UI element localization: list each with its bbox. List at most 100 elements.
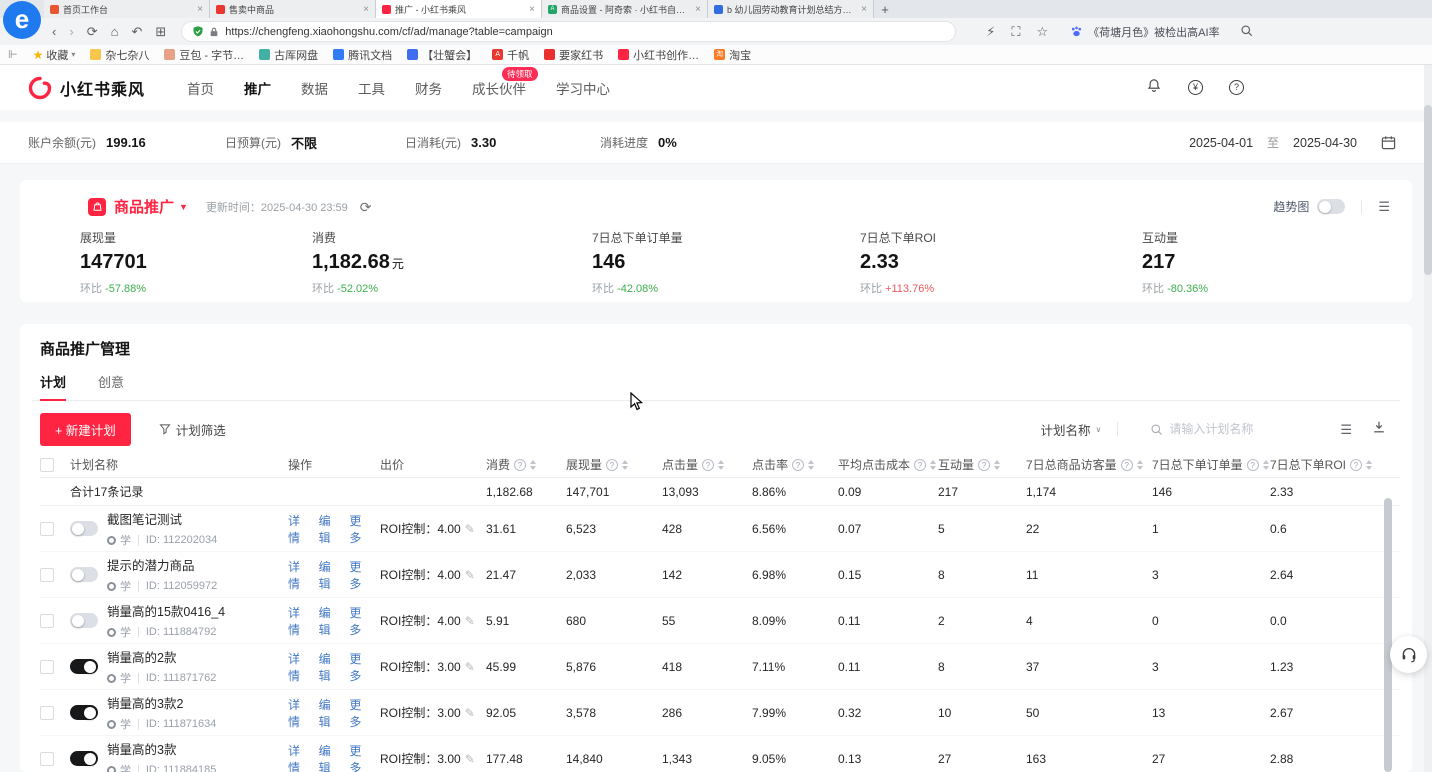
plan-toggle[interactable] [70, 659, 98, 674]
plan-toggle[interactable] [70, 521, 98, 536]
site-logo[interactable]: 小红书乘风 [28, 76, 145, 100]
undo-icon[interactable]: ↶ [131, 25, 142, 38]
detail-link[interactable]: 详情 [288, 650, 311, 684]
bookmark-item[interactable]: 豆包 - 字节… [164, 47, 244, 63]
refresh-icon[interactable]: ⟳ [87, 25, 98, 38]
select-all-checkbox[interactable] [40, 458, 54, 472]
sort-icon[interactable] [718, 460, 724, 470]
more-link[interactable]: 更多 [349, 512, 372, 546]
plan-name[interactable]: 提示的潜力商品 [107, 555, 217, 574]
promo-type-selector[interactable]: 商品推广 [114, 196, 174, 217]
page-scrollbar[interactable] [1424, 65, 1432, 772]
sort-icon[interactable] [1137, 460, 1143, 470]
tab-close-icon[interactable]: × [363, 4, 369, 15]
home-icon[interactable]: ⌂ [111, 25, 119, 38]
sort-icon[interactable] [622, 460, 628, 470]
help-icon[interactable]: ? [914, 459, 926, 471]
bookmark-item[interactable]: 要家红书 [544, 47, 603, 63]
date-range-picker[interactable]: 2025-04-01 至 2025-04-30 [1189, 134, 1396, 151]
col-7d-roi[interactable]: 7日总下单ROI? [1270, 456, 1380, 473]
more-link[interactable]: 更多 [349, 696, 372, 730]
plan-name[interactable]: 销量高的3款 [107, 739, 216, 758]
nav-learning-center[interactable]: 学习中心 [556, 78, 610, 98]
help-icon[interactable]: ? [792, 459, 804, 471]
calendar-icon[interactable] [1381, 135, 1396, 150]
plan-toggle[interactable] [70, 567, 98, 582]
forward-icon[interactable]: › [69, 25, 73, 38]
bookmarks-collapse-icon[interactable]: ⊩ [8, 48, 18, 61]
bookmark-item[interactable]: 【壮蟹会】 [407, 47, 477, 63]
plan-name[interactable]: 销量高的15款0416_4 [107, 601, 225, 620]
plan-name[interactable]: 销量高的3款2 [107, 693, 216, 712]
browser-tab[interactable]: A 商品设置 - 阿奇索 · 小红书自动… × [542, 0, 708, 18]
edit-link[interactable]: 编辑 [319, 512, 342, 546]
plan-filter-button[interactable]: 计划筛选 [159, 420, 226, 439]
bookmark-item[interactable]: 淘淘宝 [714, 47, 751, 63]
url-field[interactable]: https://chengfeng.xiaohongshu.com/cf/ad/… [181, 21, 956, 42]
sort-icon[interactable] [1263, 460, 1269, 470]
col-clicks[interactable]: 点击量? [662, 456, 752, 473]
download-icon[interactable] [1372, 420, 1386, 438]
col-engagement[interactable]: 互动量? [938, 456, 1026, 473]
row-checkbox[interactable] [40, 568, 54, 582]
lightning-icon[interactable]: ⚡ [986, 25, 995, 38]
help-icon[interactable]: ? [1121, 459, 1133, 471]
tab-creatives[interactable]: 创意 [98, 371, 124, 400]
plan-toggle[interactable] [70, 705, 98, 720]
nav-data[interactable]: 数据 [301, 78, 328, 98]
column-settings-icon[interactable]: ☰ [1340, 423, 1352, 436]
nav-finance[interactable]: 财务 [415, 78, 442, 98]
detail-link[interactable]: 详情 [288, 742, 311, 772]
edit-bid-icon[interactable]: ✎ [465, 660, 475, 674]
col-ctr[interactable]: 点击率? [752, 456, 838, 473]
page-scrollbar-thumb[interactable] [1424, 105, 1432, 275]
row-checkbox[interactable] [40, 614, 54, 628]
row-checkbox[interactable] [40, 752, 54, 766]
row-checkbox[interactable] [40, 706, 54, 720]
plan-name[interactable]: 截图笔记测试 [107, 509, 217, 528]
star-icon[interactable]: ☆ [1037, 25, 1049, 38]
tab-close-icon[interactable]: × [529, 4, 535, 15]
plan-toggle[interactable] [70, 613, 98, 628]
edit-bid-icon[interactable]: ✎ [465, 568, 475, 582]
help-icon[interactable]: ? [978, 459, 990, 471]
row-checkbox[interactable] [40, 522, 54, 536]
sort-icon[interactable] [930, 460, 936, 470]
edit-link[interactable]: 编辑 [319, 742, 342, 772]
browser-tab-active[interactable]: 推广 - 小红书乘风 × [376, 0, 542, 18]
notification-bell-icon[interactable] [1146, 77, 1162, 99]
help-center-icon[interactable]: ? [1229, 80, 1244, 95]
help-icon[interactable]: ? [606, 459, 618, 471]
search-icon[interactable] [1240, 24, 1253, 39]
new-plan-button[interactable]: + 新建计划 [40, 413, 131, 446]
tab-close-icon[interactable]: × [197, 4, 203, 15]
bookmark-item[interactable]: 小红书创作… [618, 47, 699, 63]
col-7d-orders[interactable]: 7日总下单订单量? [1152, 456, 1270, 473]
tab-plans[interactable]: 计划 [40, 371, 66, 400]
help-icon[interactable]: ? [702, 459, 714, 471]
browser-tab[interactable]: b 幼儿园劳动教育计划总结方案… × [708, 0, 874, 18]
recharge-icon[interactable]: ¥ [1188, 80, 1203, 95]
edit-bid-icon[interactable]: ✎ [465, 522, 475, 536]
nav-growth-partner[interactable]: 成长伙伴 待领取 [472, 78, 526, 98]
nav-tools[interactable]: 工具 [358, 78, 385, 98]
customer-service-button[interactable] [1390, 636, 1427, 673]
more-link[interactable]: 更多 [349, 558, 372, 592]
favorites-menu[interactable]: ★ 收藏 ▾ [33, 47, 76, 63]
edit-bid-icon[interactable]: ✎ [465, 752, 475, 766]
search-field-selector[interactable]: 计划名称 ∨ [1040, 420, 1101, 439]
help-icon[interactable]: ? [514, 459, 526, 471]
edit-link[interactable]: 编辑 [319, 604, 342, 638]
bookmark-item[interactable]: 杂七杂八 [90, 47, 149, 63]
browser-logo-icon[interactable]: e [3, 1, 41, 39]
more-link[interactable]: 更多 [349, 650, 372, 684]
date-end[interactable]: 2025-04-30 [1293, 136, 1357, 150]
sort-icon[interactable] [994, 460, 1000, 470]
screenshot-icon[interactable]: ⛶ [1011, 25, 1020, 38]
row-checkbox[interactable] [40, 660, 54, 674]
table-scrollbar-thumb[interactable] [1384, 498, 1392, 772]
bookmark-item[interactable]: A千帆 [492, 47, 529, 63]
plan-search-box[interactable] [1150, 422, 1318, 436]
metric-settings-icon[interactable]: ☰ [1378, 200, 1390, 213]
more-link[interactable]: 更多 [349, 742, 372, 772]
